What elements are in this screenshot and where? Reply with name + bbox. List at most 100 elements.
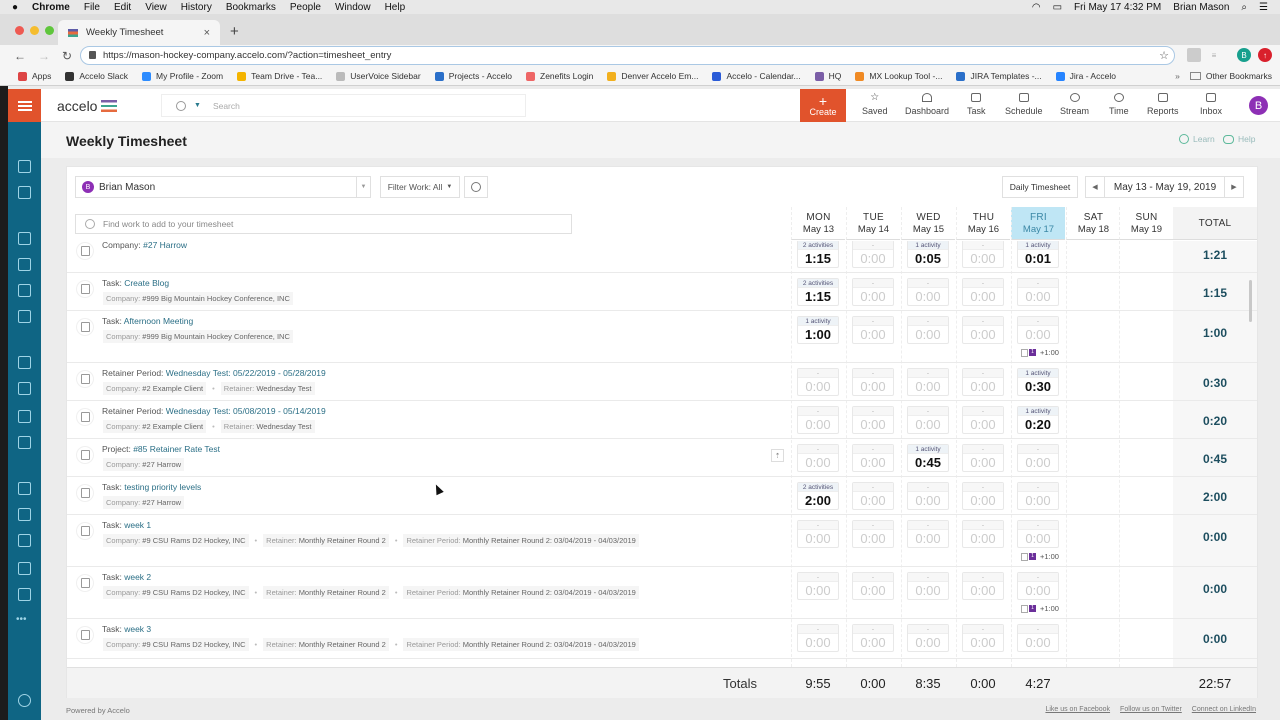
sales-icon[interactable] (18, 232, 31, 245)
time-cell[interactable]: 2 activities 2:00 (797, 482, 839, 510)
time-cell[interactable]: 1 activity 0:01 (1017, 241, 1059, 268)
contracts-icon[interactable] (18, 562, 31, 575)
nav-schedule[interactable]: Schedule (1005, 93, 1043, 116)
pending-time-addon[interactable]: 1 +1:00 (1021, 604, 1059, 613)
minimize-window-button[interactable] (30, 26, 39, 35)
time-cell[interactable]: -0:00 (907, 278, 949, 306)
search-scope-dropdown-icon[interactable]: ▼ (194, 102, 201, 109)
linkedin-link[interactable]: Connect on LinkedIn (1192, 706, 1256, 713)
date-range[interactable]: May 13 - May 19, 2019 (1105, 176, 1225, 198)
meta-value[interactable]: #999 Big Mountain Hockey Conference, INC (142, 332, 290, 341)
time-cell[interactable]: -0:00 (962, 241, 1004, 268)
bookmark-item[interactable]: Team Drive - Tea... (237, 71, 322, 81)
bookmark-item[interactable]: Apps (18, 71, 51, 81)
menu-window[interactable]: Window (335, 2, 371, 13)
time-cell[interactable]: -0:00 (907, 316, 949, 344)
menu-help[interactable]: Help (385, 2, 406, 13)
spotlight-icon[interactable]: ⌕ (1241, 2, 1247, 13)
twitter-link[interactable]: Follow us on Twitter (1120, 706, 1182, 713)
find-work-input[interactable]: Find work to add to your timesheet (75, 214, 572, 234)
wifi-icon[interactable]: ◠ (1032, 2, 1041, 13)
nav-task[interactable]: Task (967, 93, 986, 116)
time-cell[interactable]: 1 activity 0:20 (1017, 406, 1059, 434)
bookmark-item[interactable]: Projects - Accelo (434, 71, 512, 81)
accelo-logo[interactable]: accelo (57, 98, 118, 114)
row-link[interactable]: Wednesday Test: 05/08/2019 - 05/14/2019 (166, 406, 326, 416)
time-cell[interactable]: -0:00 (1017, 520, 1059, 548)
meta-value[interactable]: #27 Harrow (142, 460, 181, 469)
row-link[interactable]: Wednesday Test: 05/22/2019 - 05/28/2019 (166, 368, 326, 378)
row-link[interactable]: Create Blog (124, 278, 169, 288)
help-link[interactable]: Help (1223, 134, 1255, 144)
time-cell[interactable]: -0:00 (852, 406, 894, 434)
meta-value[interactable]: Wednesday Test (256, 384, 311, 393)
time-cell[interactable]: 2 activities 1:15 (797, 241, 839, 268)
time-cell[interactable]: -0:00 (907, 624, 949, 652)
bookmark-item[interactable]: My Profile - Zoom (142, 71, 223, 81)
time-cell[interactable]: -0:00 (852, 368, 894, 396)
pending-time-addon[interactable]: 1 +1:00 (1021, 552, 1059, 561)
meta-value[interactable]: Monthly Retainer Round 2: 03/04/2019 - 0… (463, 640, 636, 649)
previous-week-button[interactable]: ◀ (1085, 176, 1105, 198)
bookmark-item[interactable]: UserVoice Sidebar (336, 71, 421, 81)
time-cell[interactable]: -0:00 (797, 368, 839, 396)
bookmark-item[interactable]: Accelo - Calendar... (712, 71, 801, 81)
time-cell[interactable]: -0:00 (962, 572, 1004, 600)
create-button[interactable]: + Create (800, 89, 846, 122)
time-cell[interactable]: 1 activity 0:45 (907, 444, 949, 472)
meta-value[interactable]: Monthly Retainer Round 2: 03/04/2019 - 0… (463, 536, 636, 545)
time-cell[interactable]: -0:00 (907, 572, 949, 600)
time-cell[interactable]: -0:00 (852, 572, 894, 600)
row-link[interactable]: week 3 (124, 624, 151, 634)
user-select[interactable]: B Brian Mason ▼ (75, 176, 371, 198)
nav-reports[interactable]: Reports (1147, 93, 1179, 116)
chevron-down-icon[interactable]: ▼ (356, 177, 370, 197)
meta-value[interactable]: #9 CSU Rams D2 Hockey, INC (142, 536, 245, 545)
next-week-button[interactable]: ▶ (1224, 176, 1244, 198)
address-bar[interactable]: https://mason-hockey-company.accelo.com/… (80, 46, 1175, 65)
nav-dashboard[interactable]: Dashboard (905, 93, 949, 116)
meta-value[interactable]: #2 Example Client (142, 384, 203, 393)
time-cell[interactable]: 2 activities 1:15 (797, 278, 839, 306)
time-cell[interactable]: -0:00 (1017, 278, 1059, 306)
bookmark-item[interactable]: Zenefits Login (526, 71, 593, 81)
requests-icon[interactable] (18, 534, 31, 547)
time-cell[interactable]: -0:00 (962, 278, 1004, 306)
menu-history[interactable]: History (181, 2, 212, 13)
bookmark-item[interactable]: Jira - Accelo (1055, 71, 1116, 81)
quotes-icon[interactable] (18, 410, 31, 423)
menu-toggle-button[interactable] (8, 89, 41, 122)
menu-file[interactable]: File (84, 2, 100, 13)
time-cell[interactable]: -0:00 (962, 624, 1004, 652)
expenses-icon[interactable] (18, 382, 31, 395)
row-link[interactable]: week 1 (124, 520, 151, 530)
time-cell[interactable]: -0:00 (852, 241, 894, 268)
nav-inbox[interactable]: Inbox (1200, 93, 1222, 116)
assets-icon[interactable] (18, 508, 31, 521)
time-cell[interactable]: -0:00 (797, 520, 839, 548)
battery-icon[interactable]: ▭ (1053, 2, 1062, 13)
close-window-button[interactable] (15, 26, 24, 35)
meta-value[interactable]: #9 CSU Rams D2 Hockey, INC (142, 640, 245, 649)
mac-user[interactable]: Brian Mason (1173, 2, 1229, 13)
menu-chrome[interactable]: Chrome (32, 2, 70, 13)
retainers-icon[interactable] (18, 310, 31, 323)
time-cell[interactable]: -0:00 (907, 368, 949, 396)
meta-value[interactable]: #9 CSU Rams D2 Hockey, INC (142, 588, 245, 597)
meta-value[interactable]: #27 Harrow (142, 498, 181, 507)
nav-stream[interactable]: Stream (1060, 93, 1089, 116)
scrollbar-thumb[interactable] (1249, 280, 1252, 322)
time-cell[interactable]: -0:00 (852, 624, 894, 652)
time-cell[interactable]: -0:00 (1017, 482, 1059, 510)
user-avatar[interactable]: B (1249, 96, 1268, 115)
time-cell[interactable]: -0:00 (962, 444, 1004, 472)
row-link[interactable]: #27 Harrow (143, 241, 187, 250)
meta-value[interactable]: Wednesday Test (256, 422, 311, 431)
forward-icon[interactable]: → (38, 49, 50, 63)
forms-icon[interactable] (18, 588, 31, 601)
profile-avatar[interactable]: B (1237, 48, 1251, 62)
menu-bookmarks[interactable]: Bookmarks (226, 2, 276, 13)
more-icon[interactable]: ••• (16, 614, 29, 627)
bookmark-item[interactable]: HQ (814, 71, 841, 81)
time-cell[interactable]: -0:00 (852, 316, 894, 344)
